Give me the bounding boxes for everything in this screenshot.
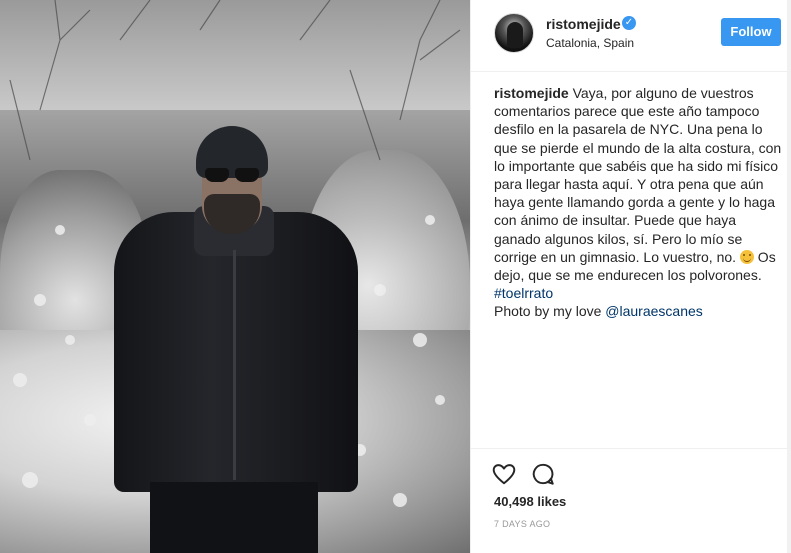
smile-emoji-icon	[739, 249, 754, 264]
person-figure	[110, 120, 360, 553]
header-username[interactable]: ristomejide	[546, 16, 621, 32]
post-caption: ristomejide Vaya, por alguno de vuestros…	[494, 84, 784, 321]
caption-text: Vaya, por alguno de vuestros comentarios…	[494, 85, 782, 265]
avatar[interactable]	[494, 13, 534, 53]
post-timestamp[interactable]: 7 DAYS AGO	[494, 519, 550, 529]
instagram-post: ristomejide ✓ Catalonia, Spain Follow ri…	[0, 0, 791, 553]
photo-credit-text: Photo by my love	[494, 303, 606, 320]
post-photo[interactable]	[0, 0, 470, 553]
location-link[interactable]: Catalonia, Spain	[546, 36, 634, 50]
verified-badge-icon: ✓	[622, 16, 636, 30]
comment-icon[interactable]	[530, 461, 556, 487]
mention-link[interactable]: @lauraescanes	[605, 303, 703, 319]
post-actions: 40,498 likes 7 DAYS AGO	[471, 448, 791, 553]
hashtag-link[interactable]: #toelrrato	[494, 285, 553, 301]
heart-icon[interactable]	[491, 461, 517, 487]
caption-username[interactable]: ristomejide	[494, 85, 569, 101]
likes-count[interactable]: 40,498 likes	[494, 494, 566, 509]
follow-button[interactable]: Follow	[721, 18, 781, 46]
post-side-panel: ristomejide ✓ Catalonia, Spain Follow ri…	[470, 0, 791, 553]
post-header: ristomejide ✓ Catalonia, Spain Follow	[471, 0, 791, 72]
sunglasses	[205, 168, 259, 182]
scrollbar[interactable]	[787, 0, 791, 553]
